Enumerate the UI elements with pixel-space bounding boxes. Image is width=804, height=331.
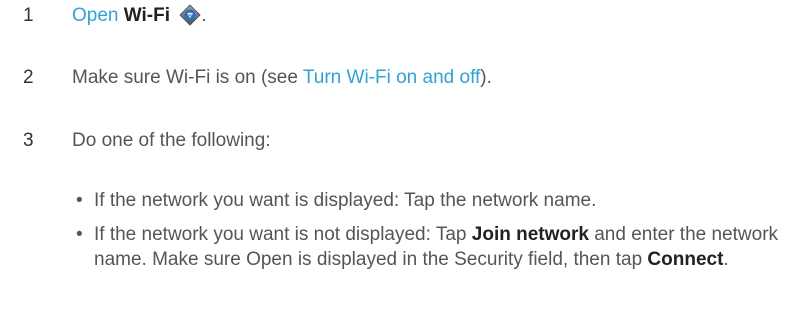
step-text: Open Wi-Fi . — [72, 4, 207, 28]
bullet-text: If the network you want is not displayed… — [94, 222, 804, 272]
step-1-period: . — [201, 5, 207, 26]
step-3: 3 Do one of the following: — [0, 129, 804, 153]
bullet-dot: • — [76, 224, 83, 245]
wifi-settings-icon — [179, 4, 201, 26]
turn-wifi-on-off-link[interactable]: Turn Wi-Fi on and off — [303, 67, 480, 88]
step-1: 1 Open Wi-Fi . — [0, 4, 804, 28]
bullet-2-before: If the network you want is not displayed… — [94, 224, 472, 245]
bullet-item-2: • If the network you want is not display… — [72, 222, 792, 302]
wifi-app-name: Wi-Fi — [123, 5, 171, 26]
bullet-item-1: • If the network you want is displayed: … — [72, 188, 792, 213]
open-link[interactable]: Open — [72, 5, 118, 26]
step-number: 3 — [23, 130, 34, 151]
step-number: 2 — [23, 67, 34, 88]
step-number: 1 — [23, 5, 34, 26]
bullet-2-after: . — [723, 249, 729, 270]
bullet-dot: • — [76, 190, 83, 211]
step-text: Do one of the following: — [72, 130, 271, 151]
join-network-label: Join network — [471, 224, 589, 245]
step-2: 2 Make sure Wi-Fi is on (see Turn Wi-Fi … — [0, 66, 804, 90]
connect-label: Connect — [647, 249, 724, 270]
step-2-before: Make sure Wi-Fi is on (see — [72, 67, 303, 88]
bullet-text: If the network you want is displayed: Ta… — [94, 190, 597, 211]
step-2-after: ). — [480, 67, 492, 88]
step-text: Make sure Wi-Fi is on (see Turn Wi-Fi on… — [72, 66, 492, 90]
